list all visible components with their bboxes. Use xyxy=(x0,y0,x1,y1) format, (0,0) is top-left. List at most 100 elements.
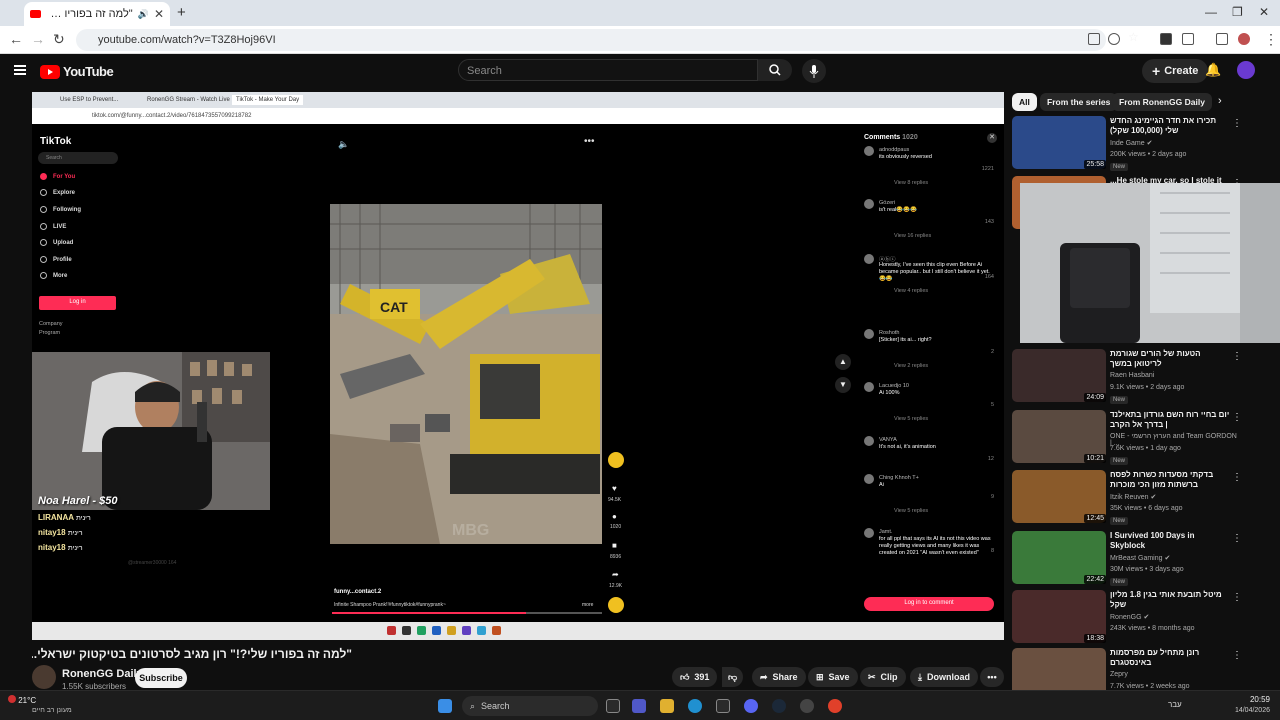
rec-title[interactable]: הטעות של הורים שגורמת לריטואן במשך xyxy=(1110,349,1230,369)
rec-title[interactable]: יום בחיי רוח השם גורדון בתאילנד | בדרך א… xyxy=(1110,410,1230,430)
language-indicator[interactable]: עבר xyxy=(1168,700,1182,709)
minimize-button[interactable]: — xyxy=(1205,5,1217,19)
subscribe-button[interactable]: Subscribe xyxy=(135,668,187,688)
rec-menu-icon[interactable]: ⋮ xyxy=(1232,118,1242,129)
weather-widget[interactable]: 21°C xyxy=(8,695,36,705)
new-tab-button[interactable]: + xyxy=(177,4,186,21)
recommended-video[interactable]: 25:58 תכירו את חדר הגיימינג החדש שלי (100… xyxy=(1012,116,1242,172)
edge-icon[interactable] xyxy=(688,699,702,713)
close-tab-icon[interactable]: ✕ xyxy=(154,7,164,21)
comment-likes: 164 xyxy=(984,274,994,280)
app-icon xyxy=(432,626,441,635)
teams-icon[interactable] xyxy=(632,699,646,713)
chip-from-series[interactable]: From the series xyxy=(1040,93,1118,111)
discord-icon[interactable] xyxy=(744,699,758,713)
recommended-video[interactable]: 22:42 I Survived 100 Days in Skyblock MrBe… xyxy=(1012,531,1242,587)
donation-line: nitay18 רינית xyxy=(38,543,83,552)
clock-date[interactable]: 14/04/2026 xyxy=(1222,707,1270,714)
file-explorer-icon[interactable] xyxy=(660,699,674,713)
windows-start-icon[interactable] xyxy=(438,699,452,713)
extensions-puzzle-icon[interactable] xyxy=(1182,33,1194,45)
search-button[interactable] xyxy=(758,59,792,81)
create-button[interactable]: + Create xyxy=(1142,59,1209,83)
rec-title[interactable]: תכירו את חדר הגיימינג החדש שלי (100,000 … xyxy=(1110,116,1230,136)
video-player[interactable]: Use ESP to Prevent... RonenGG Stream - W… xyxy=(32,92,1004,640)
bookmark-star-icon[interactable]: ☆ xyxy=(1128,30,1140,44)
notifications-bell-icon[interactable]: 🔔 xyxy=(1205,62,1221,78)
browser-menu-icon[interactable]: ⋮ xyxy=(1264,31,1278,48)
save-icon: ⊞ xyxy=(816,671,824,682)
recommended-video[interactable]: 12:45 בדקתי מסעדות כשרות לפסח ברשתות מזון… xyxy=(1012,470,1242,526)
tiktok-nav-label: Following xyxy=(53,206,81,213)
steam-icon[interactable] xyxy=(772,699,786,713)
share-button[interactable]: ➦ Share xyxy=(752,667,806,687)
like-button[interactable]: 👍︎ 391 xyxy=(672,667,718,687)
clip-button[interactable]: ✂ Clip xyxy=(860,667,906,687)
chip-from-channel[interactable]: From RonenGG Daily xyxy=(1112,93,1212,111)
store-icon[interactable] xyxy=(716,699,730,713)
chevron-right-icon[interactable]: › xyxy=(1218,95,1222,107)
hamburger-menu-icon[interactable] xyxy=(14,65,26,75)
chip-all[interactable]: All xyxy=(1012,93,1037,111)
taskbar-search[interactable]: ⌕ Search xyxy=(462,696,598,716)
rec-menu-icon[interactable]: ⋮ xyxy=(1232,533,1242,544)
close-window-button[interactable]: ✕ xyxy=(1259,5,1269,19)
dislike-button[interactable]: 👎︎ xyxy=(722,667,744,687)
rec-title[interactable]: מיטל תובעת אותי בגין 1.8 מליון שקל xyxy=(1110,590,1230,610)
app-icon[interactable] xyxy=(800,699,814,713)
rec-title[interactable]: בדקתי מסעדות כשרות לפסח ברשתות מזון הכי … xyxy=(1110,470,1230,490)
recommended-video[interactable]: 18:38 מיטל תובעת אותי בגין 1.8 מליון שקל R… xyxy=(1012,590,1242,646)
reload-button[interactable]: ↻ xyxy=(53,31,65,48)
rec-menu-icon[interactable]: ⋮ xyxy=(1232,412,1242,423)
users-icon xyxy=(40,206,47,213)
tiktok-nav-following: Following xyxy=(40,206,81,213)
comment-icon: ● xyxy=(612,512,617,521)
rec-views: 200K views • 2 days ago xyxy=(1110,151,1187,158)
tiktok-nav-upload: Upload xyxy=(40,239,73,246)
login-to-comment-button: Log in to comment xyxy=(864,597,994,611)
task-view-icon[interactable] xyxy=(606,699,620,713)
address-bar[interactable]: youtube.com/watch?v=T3Z8Hoj96VI xyxy=(76,29,1106,51)
restore-button[interactable]: ❐ xyxy=(1232,5,1243,19)
zoom-icon[interactable] xyxy=(1108,33,1120,45)
recommended-video[interactable]: 24:09 הטעות של הורים שגורמת לריטואן במשך R… xyxy=(1012,349,1242,405)
profile-avatar[interactable] xyxy=(1238,33,1250,45)
search-input[interactable]: Search xyxy=(458,59,758,81)
channel-avatar[interactable] xyxy=(32,665,56,689)
forward-button[interactable]: → xyxy=(31,31,45,47)
comments-header: Comments 1020 xyxy=(864,134,918,141)
rec-menu-icon[interactable]: ⋮ xyxy=(1232,351,1242,362)
rec-channel[interactable]: RonenGG ✔ xyxy=(1110,613,1149,621)
rec-menu-icon[interactable]: ⋮ xyxy=(1232,472,1242,483)
rec-channel[interactable]: MrBeast Gaming ✔ xyxy=(1110,554,1170,562)
rec-channel[interactable]: Itzik Reuven ✔ xyxy=(1110,493,1156,501)
youtube-play-icon xyxy=(40,64,60,79)
back-button[interactable]: ← xyxy=(9,31,23,47)
save-button[interactable]: ⊞ Save xyxy=(808,667,858,687)
download-button[interactable]: ⤓ Download xyxy=(910,667,978,687)
rec-title[interactable]: רונן מתחיל עם מפרסמות באינסטגרם xyxy=(1110,648,1230,668)
chrome-icon[interactable] xyxy=(828,699,842,713)
account-avatar[interactable] xyxy=(1237,61,1255,79)
rec-menu-icon[interactable]: ⋮ xyxy=(1232,650,1242,661)
rec-title[interactable]: I Survived 100 Days in Skyblock xyxy=(1110,531,1230,551)
rec-channel[interactable]: Inde Game ✔ xyxy=(1110,139,1152,147)
extension-icon[interactable] xyxy=(1160,33,1172,45)
clock-time[interactable]: 20:59 xyxy=(1222,695,1270,704)
search-placeholder: Search xyxy=(467,65,502,77)
rec-menu-icon[interactable]: ⋮ xyxy=(1232,592,1242,603)
channel-name[interactable]: RonenGG Daily xyxy=(62,668,143,680)
more-actions-button[interactable]: ••• xyxy=(980,667,1004,687)
rec-channel[interactable]: Zepry xyxy=(1110,671,1128,678)
browser-tab[interactable]: "למה זה בפוריו שלי?!" רון 🔊 ✕ xyxy=(24,2,170,26)
tiktok-progress-bar xyxy=(332,612,602,614)
streamer-figure xyxy=(32,352,270,510)
voice-search-button[interactable] xyxy=(802,59,826,83)
comment-likes: 1221 xyxy=(981,166,994,172)
recommended-video[interactable]: 10:21 יום בחיי רוח השם גורדון בתאילנד | ב… xyxy=(1012,410,1242,466)
youtube-logo[interactable]: YouTube xyxy=(40,64,114,79)
cast-icon[interactable] xyxy=(1088,33,1100,45)
rec-channel[interactable]: Raen Hasbani xyxy=(1110,372,1154,379)
donor-action: רינית xyxy=(67,545,83,552)
tab-search-icon[interactable] xyxy=(1216,33,1228,45)
